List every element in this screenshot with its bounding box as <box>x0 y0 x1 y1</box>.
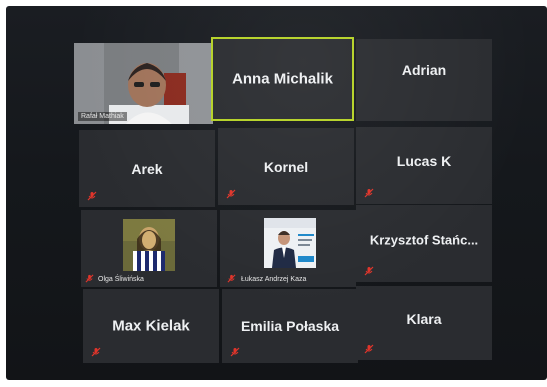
participant-tile-krzysztof[interactable]: Krzysztof Stańc... <box>356 205 492 282</box>
microphone-muted-icon <box>91 347 101 357</box>
participant-name: Anna Michalik <box>232 70 333 88</box>
participant-tile-emilia[interactable]: Emilia Połaska <box>222 289 358 363</box>
photo-frame: Rafał Mathiak Anna Michalik Adrian Arek <box>0 0 547 387</box>
participant-name: Arek <box>131 160 163 177</box>
participant-name: Klara <box>406 310 442 327</box>
microphone-muted-icon <box>364 344 374 354</box>
microphone-muted-icon <box>226 189 236 199</box>
microphone-muted-icon <box>364 266 374 276</box>
participant-name: Krzysztof Stańc... <box>369 232 479 248</box>
profile-picture <box>264 218 316 268</box>
microphone-muted-icon <box>227 274 236 283</box>
participant-name: Kornel <box>263 158 309 175</box>
profile-picture <box>123 219 175 271</box>
participant-name-label: Łukasz Andrzej Kaza <box>241 276 307 283</box>
microphone-muted-icon <box>230 347 240 357</box>
participant-name: Emilia Połaska <box>240 318 340 334</box>
participant-tile-olga[interactable]: Olga Śliwińska <box>81 210 217 287</box>
participant-name: Adrian <box>401 62 447 79</box>
participant-tile-klara[interactable]: Klara <box>356 286 492 360</box>
participant-name: Max Kielak <box>112 317 190 335</box>
participant-tile-arek[interactable]: Arek <box>79 130 215 207</box>
microphone-muted-icon <box>85 274 94 283</box>
participant-tile-kornel[interactable]: Kornel <box>218 128 354 205</box>
participant-tile-lukasz[interactable]: Łukasz Andrzej Kaza <box>220 210 356 287</box>
participant-tile-anna-active-speaker[interactable]: Anna Michalik <box>211 37 354 121</box>
participant-name-label: Rafał Mathiak <box>78 112 127 121</box>
participant-tile-lucas[interactable]: Lucas K <box>356 127 492 204</box>
participant-tile-adrian[interactable]: Adrian <box>356 39 492 121</box>
participant-name-label: Olga Śliwińska <box>98 276 144 283</box>
microphone-muted-icon <box>87 191 97 201</box>
participant-name: Lucas K <box>396 152 452 169</box>
microphone-muted-icon <box>364 188 374 198</box>
video-gallery: Rafał Mathiak Anna Michalik Adrian Arek <box>6 6 547 380</box>
participant-tile-max[interactable]: Max Kielak <box>83 289 219 363</box>
participant-tile-rafal[interactable]: Rafał Mathiak <box>74 43 213 124</box>
